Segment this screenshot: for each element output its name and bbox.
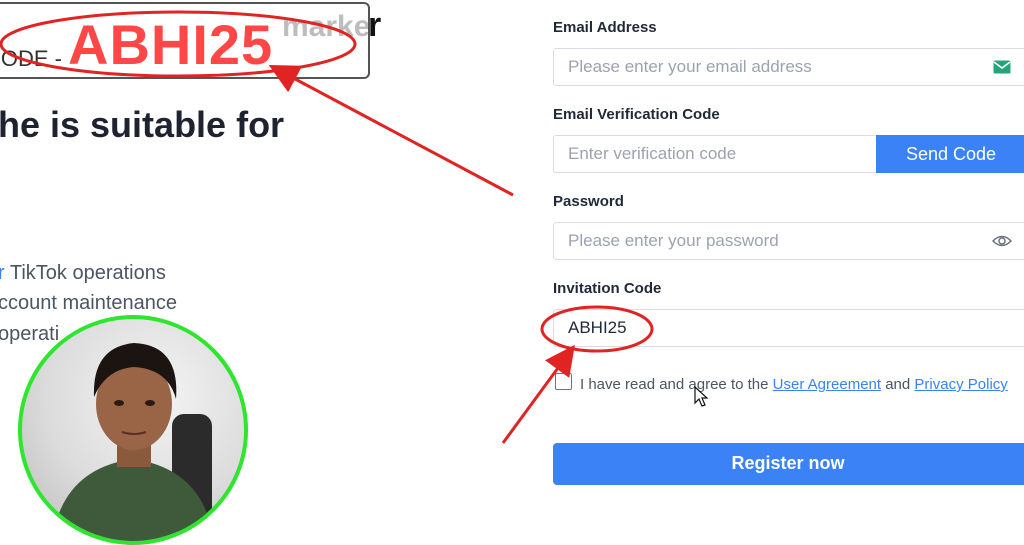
feature-item: operati [0, 323, 59, 346]
user-agreement-link[interactable]: User Agreement [773, 376, 881, 393]
promo-code-value: ABHI25 [68, 13, 274, 76]
eye-icon[interactable] [992, 234, 1012, 248]
annotation-arrow [501, 344, 575, 444]
invitation-code-field[interactable]: ABHI25 [553, 309, 1024, 347]
promo-code-banner: marketers the code for CODE - ABHI25 [0, 2, 370, 79]
feature-item: r TikTok operations [0, 262, 166, 285]
feature-item: ccount maintenance [0, 292, 177, 315]
privacy-policy-link[interactable]: Privacy Policy [914, 376, 1007, 393]
verification-code-field[interactable]: Enter verification code [553, 135, 877, 173]
presenter-avatar [52, 343, 214, 541]
verification-code-label: Email Verification Code [553, 106, 720, 123]
promo-code-label: CODE - [0, 46, 62, 71]
annotation-arrow [268, 64, 514, 197]
feature-text: ccount maintenance [0, 292, 178, 314]
password-field[interactable]: Please enter your password [553, 222, 1024, 260]
password-label: Password [553, 193, 624, 210]
feature-text: TikTok operations [4, 262, 166, 284]
invitation-code-label: Invitation Code [553, 280, 662, 297]
email-field[interactable]: Please enter your email address [553, 48, 1024, 86]
register-button[interactable]: Register now [553, 443, 1024, 485]
agreement-checkbox[interactable] [555, 373, 572, 390]
agreement-text: I have read and agree to the User Agreem… [580, 372, 1010, 397]
promo-trailing-text: r [368, 6, 382, 44]
promo-ghost-text: marketers the code for [282, 10, 370, 43]
email-label: Email Address [553, 19, 657, 36]
agreement-prefix: I have read and agree to the [580, 376, 773, 393]
feature-text: operati [0, 323, 60, 345]
page-headline: he is suitable for [0, 104, 285, 145]
mouse-cursor-icon [694, 386, 708, 407]
send-code-button[interactable]: Send Code [876, 135, 1024, 173]
webcam-overlay [18, 315, 248, 545]
agreement-conjunction: and [881, 376, 915, 393]
email-icon [993, 60, 1011, 74]
